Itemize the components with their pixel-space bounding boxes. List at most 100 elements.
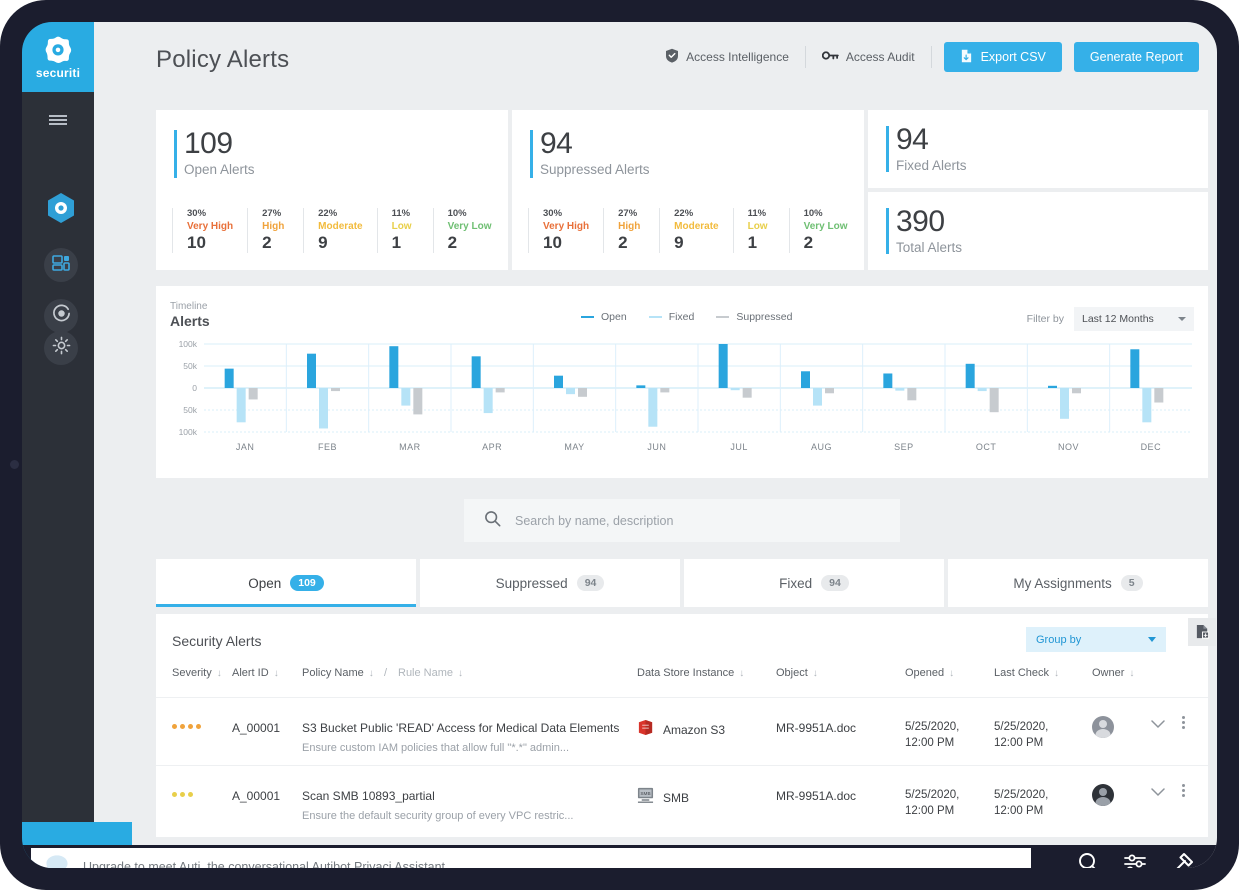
severity-cell[interactable]: 11% Low 1 (732, 208, 789, 253)
tab-fixed[interactable]: Fixed 94 (684, 559, 944, 607)
brand-logo[interactable]: securiti (22, 22, 94, 92)
open-accent-bar (174, 130, 177, 178)
column-opened-label: Opened (905, 667, 945, 679)
legend-swatch-open (581, 316, 594, 318)
assistant-input[interactable]: Upgrade to meet Auti, the conversational… (31, 848, 1031, 868)
expand-row-chevron-icon[interactable] (1151, 717, 1165, 732)
suppressed-alerts-card[interactable]: 94 Suppressed Alerts 30% Very High 10 27… (512, 110, 864, 270)
severity-name: Low (747, 221, 768, 232)
hamburger-icon[interactable] (22, 100, 94, 140)
cell-policy-name[interactable]: Scan SMB 10893_partial (302, 789, 435, 803)
legend-label-fixed: Fixed (668, 311, 695, 323)
column-owner[interactable]: Owner ↓ (1092, 667, 1134, 679)
column-data-store-label: Data Store Instance (637, 667, 735, 679)
severity-cell[interactable]: 22% Moderate 9 (303, 208, 376, 253)
avatar[interactable] (1092, 716, 1114, 738)
svg-text:FEB: FEB (318, 442, 337, 452)
hammer-icon[interactable] (1171, 851, 1195, 868)
access-audit-link[interactable]: Access Audit (806, 46, 931, 68)
severity-pct: 30% (187, 208, 207, 219)
severity-value: 2 (618, 233, 628, 252)
svg-text:MAY: MAY (564, 442, 584, 452)
legend-item-fixed[interactable]: Fixed (648, 311, 695, 323)
column-severity[interactable]: Severity ↓ (172, 667, 222, 679)
sort-arrow-icon: ↓ (739, 667, 745, 679)
assistant-placeholder: Upgrade to meet Auti, the conversational… (83, 860, 449, 868)
sidebar-item-dashboard[interactable] (44, 192, 78, 229)
cell-data-store-label: SMB (663, 790, 690, 805)
column-data-store-instance[interactable]: Data Store Instance ↓ (637, 667, 744, 679)
column-last-check[interactable]: Last Check ↓ (994, 667, 1059, 679)
avatar[interactable] (1092, 784, 1114, 806)
sort-arrow-icon: ↓ (1054, 667, 1060, 679)
svg-text:JUL: JUL (730, 442, 748, 452)
sort-arrow-icon: ↓ (1129, 667, 1135, 679)
column-owner-label: Owner (1092, 667, 1125, 679)
cell-policy-name[interactable]: S3 Bucket Public 'READ' Access for Medic… (302, 721, 619, 735)
table-row[interactable]: A_00001 Scan SMB 10893_partial Ensure th… (156, 765, 1208, 833)
open-alerts-label: Open Alerts (184, 162, 255, 177)
legend-item-open[interactable]: Open (581, 311, 627, 323)
table-header-row: Severity ↓ Alert ID ↓ Policy Name ↓ / Ru… (156, 664, 1208, 688)
amazon-s3-icon (637, 718, 654, 742)
access-intelligence-link[interactable]: Access Intelligence (649, 46, 805, 68)
sidebar-item-data-mapping[interactable] (44, 248, 78, 282)
tab-open-label: Open (248, 575, 282, 591)
columns-settings-icon[interactable] (1188, 618, 1216, 646)
severity-value: 1 (747, 233, 758, 252)
svg-text:0: 0 (192, 383, 197, 393)
column-separator: / (384, 667, 387, 679)
search-icon (484, 510, 501, 532)
generate-report-button[interactable]: Generate Report (1073, 42, 1199, 72)
column-policy-name-label: Policy Name (302, 667, 364, 679)
severity-cell[interactable]: 22% Moderate 9 (659, 208, 732, 253)
legend-item-suppressed[interactable]: Suppressed (716, 311, 792, 323)
severity-cell[interactable]: 30% Very High 10 (528, 208, 603, 253)
severity-cell[interactable]: 10% Very Low 2 (788, 208, 862, 253)
tab-suppressed-label: Suppressed (495, 575, 568, 591)
column-opened[interactable]: Opened ↓ (905, 667, 954, 679)
search-input[interactable]: Search by name, description (464, 499, 900, 542)
severity-cell[interactable]: 27% High 2 (247, 208, 303, 253)
sliders-icon[interactable] (1123, 851, 1149, 868)
column-policy-name[interactable]: Policy Name ↓ (302, 667, 374, 679)
chart-legend: Open Fixed Suppressed (581, 311, 792, 323)
filter-select[interactable]: Last 12 Months (1074, 307, 1194, 331)
smb-icon: SMB (637, 786, 654, 809)
filter-value: Last 12 Months (1082, 313, 1154, 325)
cell-last-check-time: 12:00 PM (994, 805, 1044, 817)
group-by-select[interactable]: Group by (1026, 627, 1166, 652)
tab-suppressed[interactable]: Suppressed 94 (420, 559, 680, 607)
severity-pct: 27% (262, 208, 282, 219)
tab-my-assignments[interactable]: My Assignments 5 (948, 559, 1208, 607)
tab-suppressed-count: 94 (576, 575, 605, 591)
tab-open[interactable]: Open 109 (156, 559, 416, 607)
export-csv-button[interactable]: Export CSV (943, 42, 1062, 72)
row-actions-menu-icon[interactable] (1182, 784, 1185, 797)
severity-cell[interactable]: 30% Very High 10 (172, 208, 247, 253)
target-icon (52, 304, 71, 328)
column-object[interactable]: Object ↓ (776, 667, 818, 679)
open-alerts-card[interactable]: 109 Open Alerts 30% Very High 10 27% Hig… (156, 110, 508, 270)
fixed-alerts-card[interactable]: 94 Fixed Alerts (868, 110, 1208, 188)
row-actions-menu-icon[interactable] (1182, 716, 1185, 729)
generate-report-label: Generate Report (1089, 50, 1183, 64)
sidebar-item-privacy-ops[interactable] (44, 299, 78, 333)
column-alert-id[interactable]: Alert ID ↓ (232, 667, 279, 679)
sort-arrow-icon: ↓ (949, 667, 955, 679)
sidebar-item-settings[interactable] (44, 331, 78, 365)
table-row[interactable]: A_00001 S3 Bucket Public 'READ' Access f… (156, 697, 1208, 765)
expand-row-chevron-icon[interactable] (1151, 785, 1165, 800)
cell-opened-time: 12:00 PM (905, 737, 955, 749)
severity-cell[interactable]: 27% High 2 (603, 208, 659, 253)
severity-cell[interactable]: 11% Low 1 (376, 208, 433, 253)
severity-cell[interactable]: 10% Very Low 2 (432, 208, 506, 253)
column-rule-name[interactable]: Rule Name ↓ (398, 667, 463, 679)
svg-text:OCT: OCT (976, 442, 997, 452)
total-alerts-card[interactable]: 390 Total Alerts (868, 192, 1208, 270)
legend-swatch-suppressed (716, 316, 730, 318)
search-icon[interactable] (1077, 851, 1101, 868)
key-icon (821, 50, 839, 64)
hexagon-shield-icon (46, 192, 76, 229)
svg-text:APR: APR (482, 442, 502, 452)
